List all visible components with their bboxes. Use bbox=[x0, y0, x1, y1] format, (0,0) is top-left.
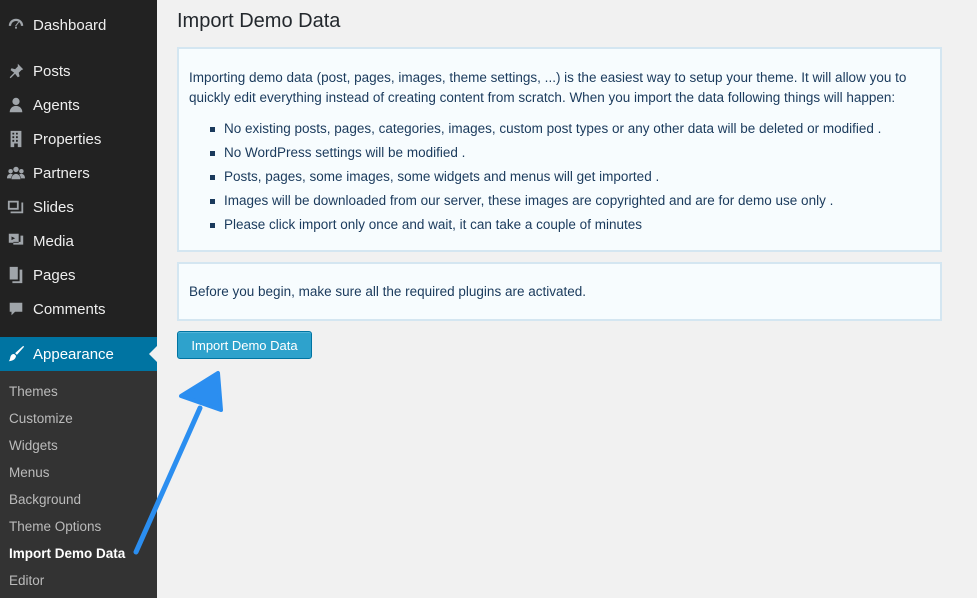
menu-dashboard[interactable]: Dashboard bbox=[0, 8, 157, 42]
appearance-submenu: Themes Customize Widgets Menus Backgroun… bbox=[0, 371, 157, 598]
bullet-icon bbox=[210, 151, 215, 156]
menu-properties-label: Properties bbox=[33, 130, 102, 148]
bullet-icon bbox=[210, 127, 215, 132]
bullet-text: Please click import only once and wait, … bbox=[224, 217, 642, 232]
menu-agents-label: Agents bbox=[33, 96, 80, 114]
page-title: Import Demo Data bbox=[177, 10, 341, 32]
info-box: Importing demo data (post, pages, images… bbox=[177, 47, 942, 252]
bullet-icon bbox=[210, 175, 215, 180]
submenu-import-demo-data[interactable]: Import Demo Data bbox=[9, 541, 125, 565]
list-item: No WordPress settings will be modified . bbox=[189, 141, 881, 165]
intro-text: Importing demo data (post, pages, images… bbox=[189, 70, 907, 105]
menu-dashboard-label: Dashboard bbox=[33, 16, 107, 34]
list-item: Images will be downloaded from our serve… bbox=[189, 189, 881, 213]
menu-pages-label: Pages bbox=[33, 266, 76, 284]
group-icon bbox=[6, 163, 26, 183]
menu-properties[interactable]: Properties bbox=[0, 122, 157, 156]
menu-partners-label: Partners bbox=[33, 164, 90, 182]
bullet-text: Posts, pages, some images, some widgets … bbox=[224, 169, 660, 184]
plugins-notice-box: Before you begin, make sure all the requ… bbox=[177, 262, 942, 321]
comment-icon bbox=[6, 299, 26, 319]
bullet-icon bbox=[210, 199, 215, 204]
building-icon bbox=[6, 129, 26, 149]
menu-agents[interactable]: Agents bbox=[0, 88, 157, 122]
submenu-editor[interactable]: Editor bbox=[9, 568, 44, 592]
brush-icon bbox=[6, 344, 26, 364]
import-demo-data-button[interactable]: Import Demo Data bbox=[177, 331, 312, 359]
menu-media-label: Media bbox=[33, 232, 74, 250]
submenu-widgets[interactable]: Widgets bbox=[9, 433, 58, 457]
menu-comments[interactable]: Comments bbox=[0, 292, 157, 326]
menu-posts-label: Posts bbox=[33, 62, 71, 80]
menu-media[interactable]: Media bbox=[0, 224, 157, 258]
menu-appearance[interactable]: Appearance bbox=[0, 337, 157, 371]
pages-icon bbox=[6, 265, 26, 285]
pin-icon bbox=[6, 61, 26, 81]
submenu-theme-options[interactable]: Theme Options bbox=[9, 514, 101, 538]
menu-posts[interactable]: Posts bbox=[0, 54, 157, 88]
bullet-text: No existing posts, pages, categories, im… bbox=[224, 121, 882, 136]
active-menu-notch bbox=[149, 346, 157, 362]
list-item: Please click import only once and wait, … bbox=[189, 213, 881, 237]
menu-pages[interactable]: Pages bbox=[0, 258, 157, 292]
dashboard-icon bbox=[6, 15, 26, 35]
bullet-text: No WordPress settings will be modified . bbox=[224, 145, 466, 160]
user-icon bbox=[6, 95, 26, 115]
submenu-themes[interactable]: Themes bbox=[9, 379, 58, 403]
slides-icon bbox=[6, 197, 26, 217]
submenu-customize[interactable]: Customize bbox=[9, 406, 73, 430]
submenu-menus[interactable]: Menus bbox=[9, 460, 50, 484]
submenu-background[interactable]: Background bbox=[9, 487, 81, 511]
plugins-notice-text: Before you begin, make sure all the requ… bbox=[189, 284, 586, 299]
bullet-icon bbox=[210, 223, 215, 228]
menu-partners[interactable]: Partners bbox=[0, 156, 157, 190]
admin-sidebar: Dashboard Posts Agents Properties Partne… bbox=[0, 0, 157, 598]
media-icon bbox=[6, 231, 26, 251]
info-bullet-list: No existing posts, pages, categories, im… bbox=[189, 117, 881, 237]
menu-appearance-label: Appearance bbox=[33, 345, 114, 363]
bullet-text: Images will be downloaded from our serve… bbox=[224, 193, 834, 208]
list-item: No existing posts, pages, categories, im… bbox=[189, 117, 881, 141]
list-item: Posts, pages, some images, some widgets … bbox=[189, 165, 881, 189]
menu-slides[interactable]: Slides bbox=[0, 190, 157, 224]
menu-comments-label: Comments bbox=[33, 300, 106, 318]
menu-slides-label: Slides bbox=[33, 198, 74, 216]
